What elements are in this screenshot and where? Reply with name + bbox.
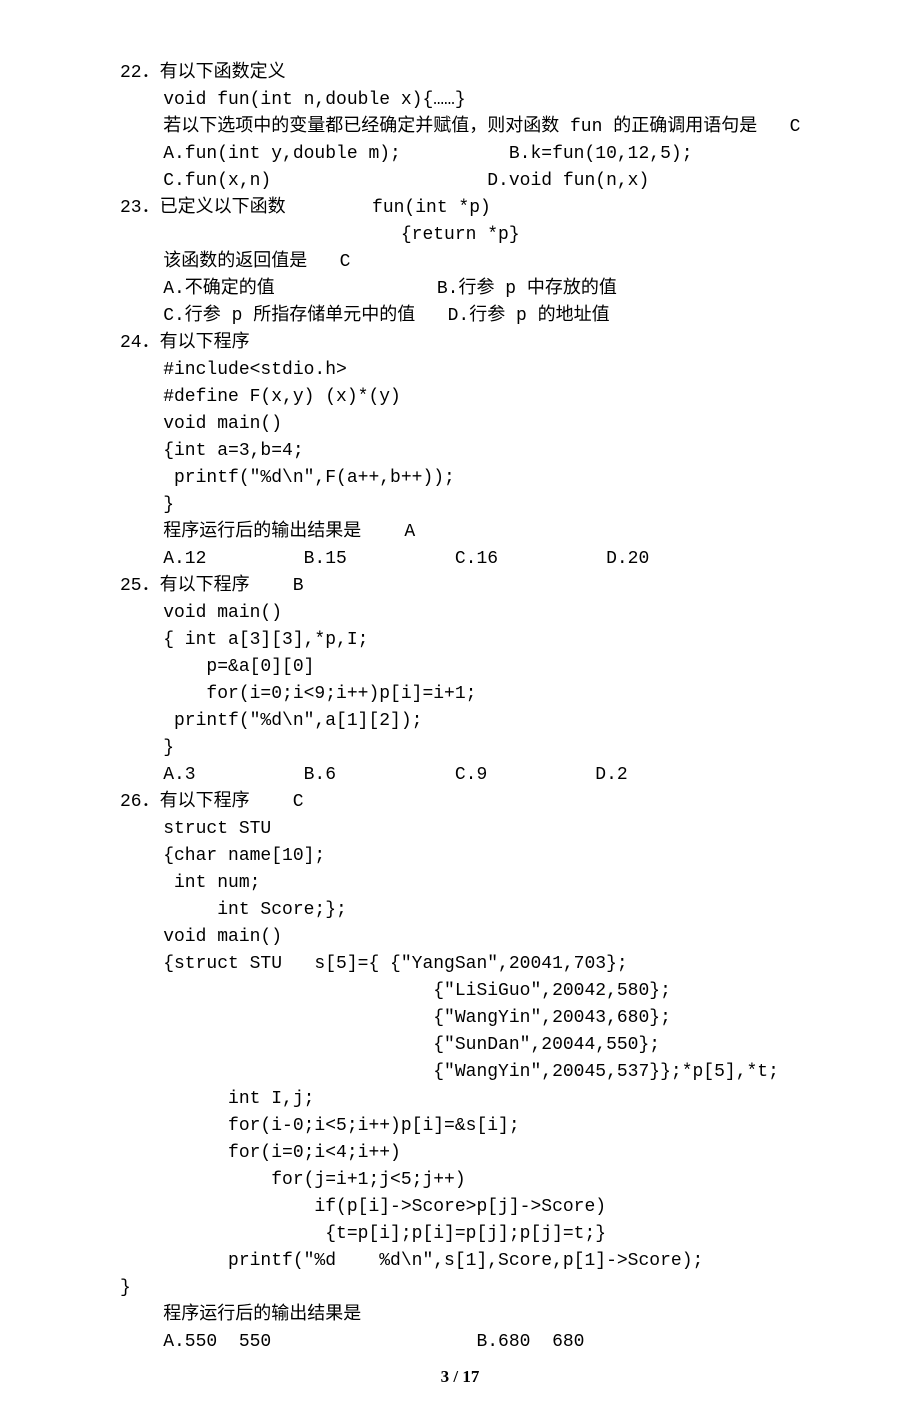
- text-line: {t=p[i];p[i]=p[j];p[j]=t;}: [120, 1221, 800, 1248]
- text-line: A.3 B.6 C.9 D.2: [120, 762, 800, 789]
- text-line: 22．有以下函数定义: [120, 60, 800, 87]
- text-line: 24．有以下程序: [120, 330, 800, 357]
- text-line: {char name[10];: [120, 843, 800, 870]
- text-line: 23．已定义以下函数 fun(int *p): [120, 195, 800, 222]
- text-line: {int a=3,b=4;: [120, 438, 800, 465]
- text-line: printf("%d\n",a[1][2]);: [120, 708, 800, 735]
- text-line: int Score;};: [120, 897, 800, 924]
- document-body: 22．有以下函数定义 void fun(int n,double x){……} …: [120, 60, 800, 1356]
- text-line: A.不确定的值 B.行参 p 中存放的值: [120, 276, 800, 303]
- text-line: {"SunDan",20044,550};: [120, 1032, 800, 1059]
- text-line: 程序运行后的输出结果是 A: [120, 519, 800, 546]
- text-line: if(p[i]->Score>p[j]->Score): [120, 1194, 800, 1221]
- text-line: void fun(int n,double x){……}: [120, 87, 800, 114]
- text-line: 25．有以下程序 B: [120, 573, 800, 600]
- page-number: 3 / 17: [120, 1364, 800, 1390]
- text-line: {"WangYin",20045,537}};*p[5],*t;: [120, 1059, 800, 1086]
- text-line: { int a[3][3],*p,I;: [120, 627, 800, 654]
- text-line: A.12 B.15 C.16 D.20: [120, 546, 800, 573]
- text-line: 该函数的返回值是 C: [120, 249, 800, 276]
- text-line: C.fun(x,n) D.void fun(n,x): [120, 168, 800, 195]
- text-line: int I,j;: [120, 1086, 800, 1113]
- text-line: 若以下选项中的变量都已经确定并赋值，则对函数 fun 的正确调用语句是 C: [120, 114, 800, 141]
- text-line: {"LiSiGuo",20042,580};: [120, 978, 800, 1005]
- text-line: #define F(x,y) (x)*(y): [120, 384, 800, 411]
- text-line: p=&a[0][0]: [120, 654, 800, 681]
- text-line: for(j=i+1;j<5;j++): [120, 1167, 800, 1194]
- text-line: }: [120, 735, 800, 762]
- text-line: for(i=0;i<9;i++)p[i]=i+1;: [120, 681, 800, 708]
- text-line: void main(): [120, 411, 800, 438]
- text-line: for(i-0;i<5;i++)p[i]=&s[i];: [120, 1113, 800, 1140]
- text-line: A.550 550 B.680 680: [120, 1329, 800, 1356]
- text-line: void main(): [120, 924, 800, 951]
- text-line: 26．有以下程序 C: [120, 789, 800, 816]
- text-line: 程序运行后的输出结果是: [120, 1302, 800, 1329]
- document-page: 22．有以下函数定义 void fun(int n,double x){……} …: [0, 0, 920, 1420]
- text-line: printf("%d %d\n",s[1],Score,p[1]->Score)…: [120, 1248, 800, 1275]
- text-line: A.fun(int y,double m); B.k=fun(10,12,5);: [120, 141, 800, 168]
- text-line: {struct STU s[5]={ {"YangSan",20041,703}…: [120, 951, 800, 978]
- text-line: #include<stdio.h>: [120, 357, 800, 384]
- text-line: }: [120, 492, 800, 519]
- text-line: C.行参 p 所指存储单元中的值 D.行参 p 的地址值: [120, 303, 800, 330]
- text-line: struct STU: [120, 816, 800, 843]
- text-line: printf("%d\n",F(a++,b++));: [120, 465, 800, 492]
- text-line: {return *p}: [120, 222, 800, 249]
- text-line: {"WangYin",20043,680};: [120, 1005, 800, 1032]
- text-line: }: [120, 1275, 800, 1302]
- text-line: void main(): [120, 600, 800, 627]
- text-line: int num;: [120, 870, 800, 897]
- text-line: for(i=0;i<4;i++): [120, 1140, 800, 1167]
